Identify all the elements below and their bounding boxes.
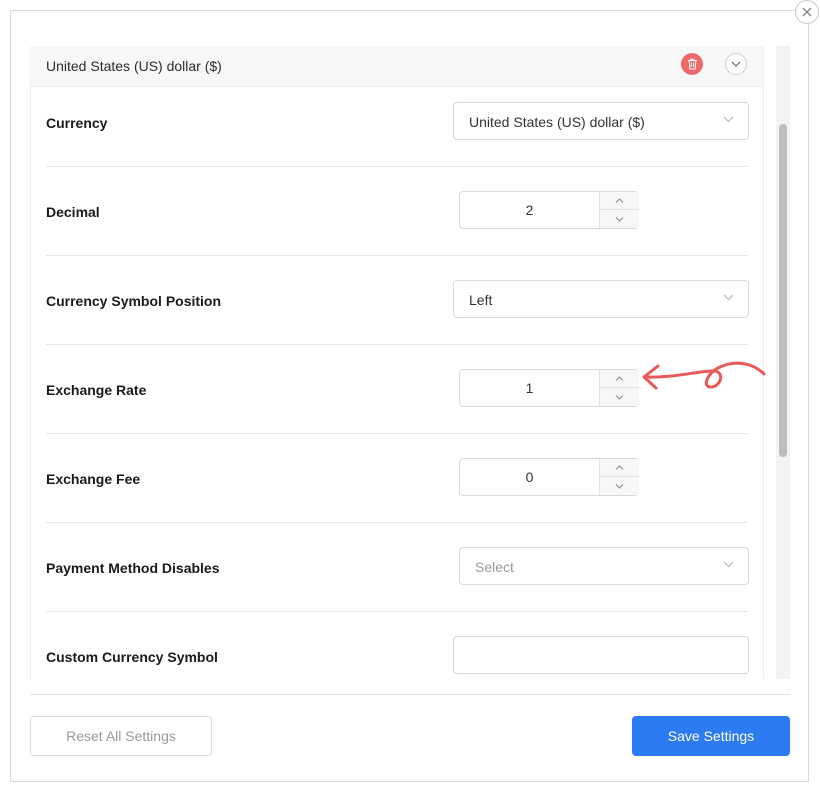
payment-method-row: Payment Method Disables Select — [30, 523, 763, 612]
exchange-fee-increment-button[interactable] — [600, 459, 639, 477]
collapse-panel-button[interactable] — [725, 53, 747, 75]
close-icon — [802, 7, 812, 17]
symbol-position-select[interactable]: Left — [453, 280, 749, 318]
annotation-arrow-icon — [642, 361, 766, 390]
chevron-up-icon — [615, 465, 624, 470]
currency-label: Currency — [46, 114, 108, 131]
exchange-rate-increment-button[interactable] — [600, 370, 639, 388]
exchange-rate-value[interactable]: 1 — [460, 370, 599, 406]
chevron-down-icon — [615, 216, 624, 222]
exchange-fee-decrement-button[interactable] — [600, 477, 639, 495]
footer-divider — [30, 694, 790, 695]
chevron-down-icon — [723, 294, 734, 301]
exchange-rate-stepper-controls — [599, 370, 639, 406]
currency-row: Currency United States (US) dollar ($) — [30, 78, 763, 167]
symbol-position-value: Left — [469, 292, 493, 308]
decimal-row: Decimal 2 — [30, 167, 763, 256]
chevron-down-icon — [723, 561, 734, 568]
trash-icon — [687, 58, 697, 70]
symbol-position-row: Currency Symbol Position Left — [30, 256, 763, 345]
chevron-down-icon — [731, 61, 741, 67]
custom-symbol-row: Custom Currency Symbol — [30, 612, 763, 701]
decimal-label: Decimal — [46, 203, 100, 220]
exchange-fee-label: Exchange Fee — [46, 470, 141, 487]
custom-symbol-input[interactable] — [453, 636, 749, 674]
payment-method-placeholder: Select — [475, 559, 514, 575]
decimal-value[interactable]: 2 — [460, 192, 599, 228]
chevron-down-icon — [615, 483, 624, 489]
exchange-fee-value[interactable]: 0 — [460, 459, 599, 495]
scrollbar-thumb[interactable] — [779, 124, 787, 457]
payment-method-select[interactable]: Select — [459, 547, 749, 585]
chevron-up-icon — [615, 376, 624, 381]
delete-currency-button[interactable] — [681, 53, 703, 75]
decimal-increment-button[interactable] — [600, 192, 639, 210]
chevron-up-icon — [615, 198, 624, 203]
custom-symbol-label: Custom Currency Symbol — [46, 648, 218, 665]
payment-method-label: Payment Method Disables — [46, 559, 220, 576]
currency-select-value: United States (US) dollar ($) — [469, 114, 645, 130]
exchange-fee-row: Exchange Fee 0 — [30, 434, 763, 523]
save-settings-button[interactable]: Save Settings — [632, 716, 790, 756]
exchange-rate-label: Exchange Rate — [46, 381, 147, 398]
symbol-position-label: Currency Symbol Position — [46, 292, 222, 309]
exchange-fee-stepper-controls — [599, 459, 639, 495]
panel-title: United States (US) dollar ($) — [46, 58, 222, 74]
decimal-stepper-controls — [599, 192, 639, 228]
reset-settings-button[interactable]: Reset All Settings — [30, 716, 212, 756]
close-button[interactable] — [795, 0, 819, 24]
currency-select[interactable]: United States (US) dollar ($) — [453, 102, 749, 140]
chevron-down-icon — [723, 116, 734, 123]
decimal-decrement-button[interactable] — [600, 210, 639, 228]
exchange-fee-stepper[interactable]: 0 — [459, 458, 639, 496]
exchange-rate-stepper[interactable]: 1 — [459, 369, 639, 407]
chevron-down-icon — [615, 394, 624, 400]
exchange-rate-decrement-button[interactable] — [600, 388, 639, 406]
decimal-stepper[interactable]: 2 — [459, 191, 639, 229]
